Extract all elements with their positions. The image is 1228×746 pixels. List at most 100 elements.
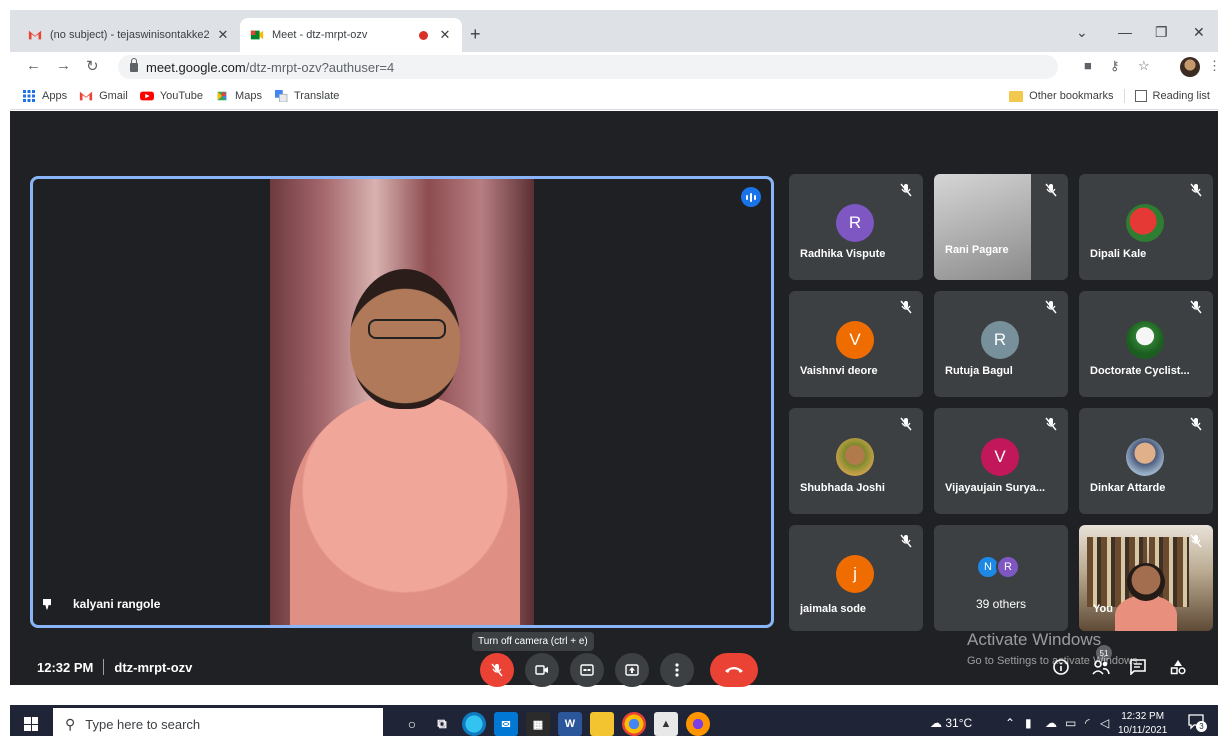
notification-count: 3 [1196,721,1207,732]
reading-list-icon [1134,90,1147,103]
address-bar[interactable]: meet.google.com/dtz-mrpt-ozv?authuser=4 [118,55,1058,79]
participant-tile[interactable]: R Rutuja Bagul [934,291,1068,397]
browser-toolbar: ← → ↻ meet.google.com/dtz-mrpt-ozv?authu… [10,52,1221,82]
watermark-subtitle: Go to Settings to activate Windows. [967,655,1141,667]
bookmark-translate[interactable]: Translate [274,89,340,102]
bookmarks-bar: Apps Gmail YouTube Maps Translate Other … [10,82,1218,110]
restore-button[interactable]: ❐ [1155,24,1168,41]
new-tab-button[interactable]: + [470,24,481,45]
notifications-icon[interactable]: 3 [1188,714,1207,732]
taskbar-search-input[interactable]: ⚲ Type here to search [53,708,383,741]
bookmark-apps[interactable]: Apps [22,89,68,102]
profile-avatar[interactable] [1180,57,1200,77]
present-icon [625,664,639,676]
meet-icon [250,30,264,40]
leave-call-button[interactable] [710,653,758,687]
microphone-button[interactable] [480,653,514,687]
chrome-icon[interactable] [622,712,646,736]
bookmark-label: Translate [293,89,340,102]
weather-widget[interactable]: ☁ 31°C [930,716,972,730]
back-button[interactable]: ← [26,57,41,74]
windows-taskbar: ⚲ Type here to search ○ ⧉ ✉ ▦ W ▲ ☁ 31°C… [10,705,1218,743]
participant-tile[interactable]: j jaimala sode [789,525,923,631]
minimize-button[interactable]: — [1118,24,1132,40]
others-tile[interactable]: N R 39 others [934,525,1068,631]
close-tab-icon[interactable]: ✕ [438,27,452,43]
tab-gmail[interactable]: (no subject) - tejaswinisontakke2 ✕ [18,18,240,52]
bookmark-youtube[interactable]: YouTube [139,89,204,102]
mic-off-icon [900,534,912,548]
store-icon[interactable]: ▦ [526,712,550,736]
participant-avatar: j [836,555,874,593]
more-options-button[interactable] [660,653,694,687]
lock-icon [130,57,138,72]
tray-mic-icon[interactable]: ▮ [1025,716,1032,730]
cortana-icon[interactable]: ○ [400,712,424,736]
participant-name: Rutuja Bagul [945,365,1013,377]
present-screen-button[interactable] [615,653,649,687]
search-placeholder: Type here to search [85,717,201,732]
firefox-icon[interactable] [686,712,710,736]
speaking-indicator-icon [741,187,761,207]
pin-icon[interactable] [43,598,51,610]
others-avatar: R [996,555,1020,579]
bookmark-gmail[interactable]: Gmail [79,90,128,102]
camera-in-use-icon[interactable]: ■ [1084,58,1092,73]
self-view-tile[interactable]: You [1079,525,1213,631]
edge-icon[interactable] [462,712,486,736]
bookmark-maps[interactable]: Maps [215,90,262,102]
activities-button[interactable] [1170,659,1186,675]
speaker-glasses [368,319,446,339]
onedrive-icon[interactable]: ☁ [1045,716,1057,730]
other-bookmarks-button[interactable]: Other bookmarks [1009,90,1114,102]
participant-tile[interactable]: V Vaishnvi deore [789,291,923,397]
reload-button[interactable]: ↻ [86,57,99,75]
mail-icon[interactable]: ✉ [494,712,518,736]
participant-tile[interactable]: R Radhika Vispute [789,174,923,280]
participant-tile[interactable]: Dinkar Attarde [1079,408,1213,514]
reading-list-label: Reading list [1152,89,1210,102]
recording-indicator-icon [419,30,428,40]
word-icon[interactable]: W [558,712,582,736]
participant-avatar: V [981,438,1019,476]
reading-list-button[interactable]: Reading list [1134,89,1210,103]
bookmark-label: Apps [42,89,68,102]
bookmark-star-icon[interactable]: ☆ [1138,58,1150,74]
divider [103,659,105,675]
tab-title: Meet - dtz-mrpt-ozv [272,29,368,41]
watermark-title: Activate Windows [967,630,1102,649]
participant-tile[interactable]: V Vijayaujain Surya... [934,408,1068,514]
app-icon[interactable]: ▲ [654,712,678,736]
main-speaker-name-label: kalyani rangole [43,597,160,611]
participant-tile[interactable]: Dipali Kale [1079,174,1213,280]
participant-avatar: V [836,321,874,359]
task-view-icon[interactable]: ⧉ [430,712,454,736]
menu-dots-icon[interactable]: ⋮ [1208,58,1221,74]
youtube-icon [139,91,154,100]
captions-button[interactable] [570,653,604,687]
camera-button[interactable] [525,653,559,687]
main-speaker-tile[interactable]: kalyani rangole [30,176,774,628]
tab-meet[interactable]: Meet - dtz-mrpt-ozv ✕ [240,18,462,52]
speaker-body [290,394,520,625]
close-tab-icon[interactable]: ✕ [216,27,230,43]
battery-icon[interactable]: ▭ [1065,716,1076,730]
participant-tile[interactable]: Shubhada Joshi [789,408,923,514]
participant-tile[interactable]: Rani Pagare [934,174,1068,280]
bookmark-label: YouTube [159,89,204,102]
tab-search-icon[interactable]: ⌄ [1076,24,1088,41]
participant-avatar-image [1126,204,1164,242]
tray-overflow-icon[interactable]: ⌃ [1005,716,1015,730]
key-icon[interactable]: ⚷ [1110,58,1120,74]
volume-icon[interactable]: ◁ [1100,716,1109,730]
participant-tile[interactable]: Doctorate Cyclist... [1079,291,1213,397]
mic-off-icon [1190,534,1202,548]
meeting-details: 12:32 PM dtz-mrpt-ozv [37,659,192,675]
taskbar-clock[interactable]: 12:32 PM 10/11/2021 [1118,710,1167,738]
file-explorer-icon[interactable] [590,712,614,736]
wifi-icon[interactable]: ◜ [1085,716,1090,730]
close-window-button[interactable]: ✕ [1193,24,1205,41]
windows-start-icon[interactable] [24,717,38,731]
others-count-label: 39 others [975,597,1027,611]
forward-button[interactable]: → [56,57,71,74]
